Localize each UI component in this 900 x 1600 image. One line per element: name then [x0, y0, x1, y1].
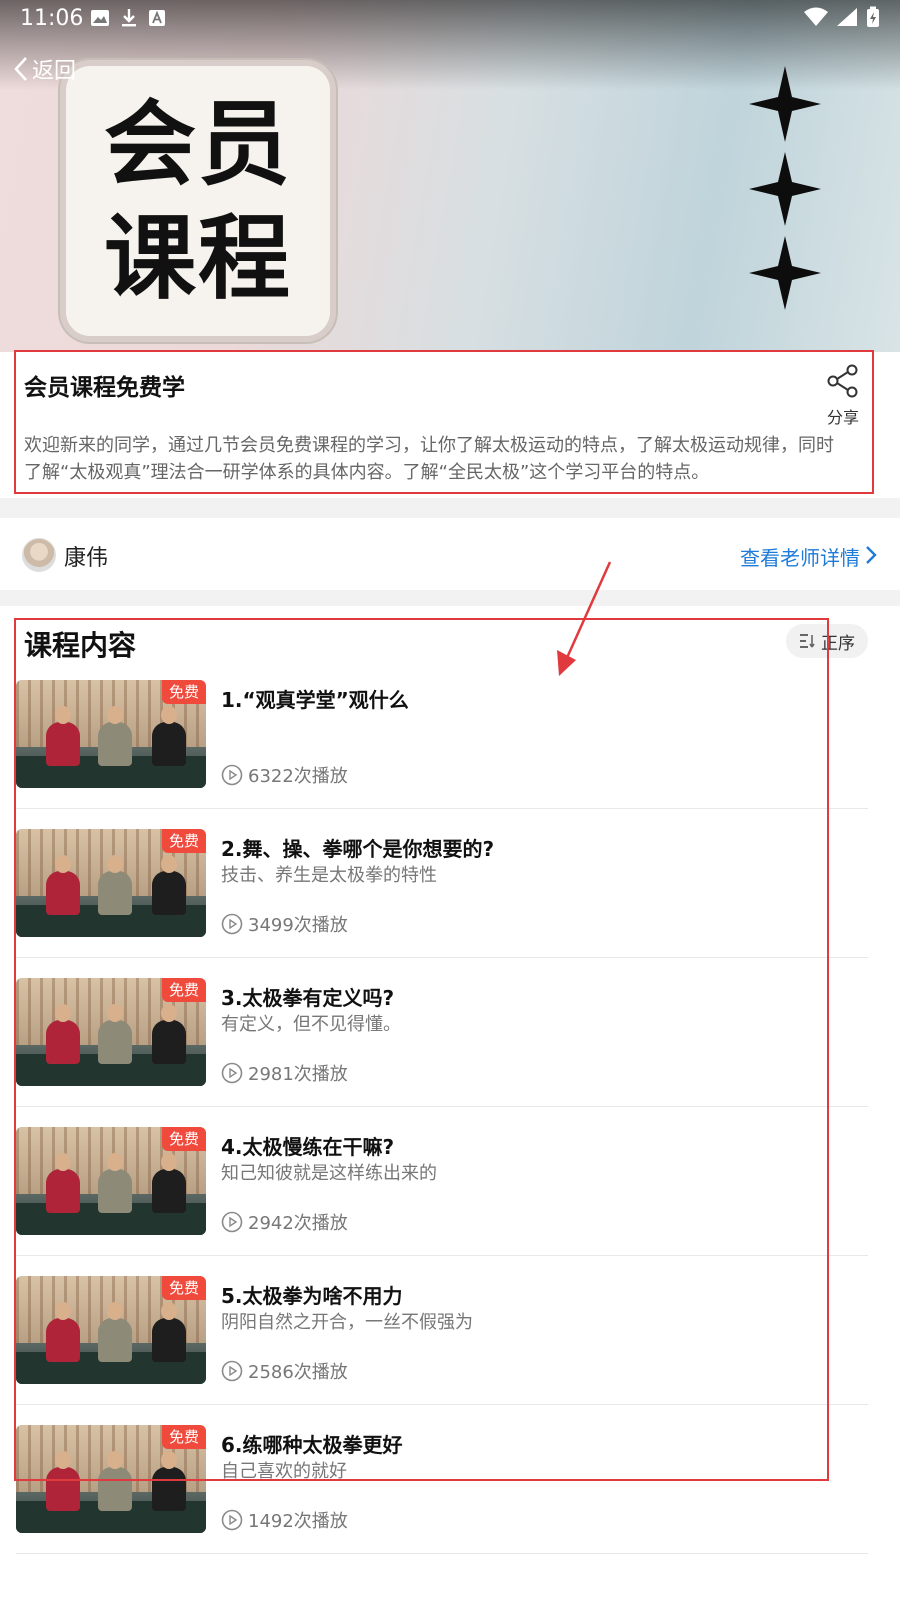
teacher-row: 康伟 查看老师详情 [0, 518, 900, 590]
text-a-icon [149, 10, 165, 26]
teacher-avatar [22, 538, 56, 572]
item-subtitle: 技击、养生是太极拳的特性 [221, 865, 437, 886]
free-badge: 免费 [162, 978, 206, 1002]
share-icon [827, 364, 858, 398]
item-subtitle: 自己喜欢的就好 [221, 1461, 347, 1482]
thumbnail-person [152, 1451, 186, 1511]
back-label: 返回 [32, 59, 77, 84]
course-title: 会员课程免费学 [24, 375, 185, 401]
page: 会员 课程 11:06 返回 会员课程免费学 分享 欢迎新来的同学，通过几节会员… [0, 0, 900, 1600]
item-plays: 1492次播放 [221, 1508, 348, 1532]
item-title: 6.练哪种太极拳更好 [221, 1433, 403, 1457]
battery-charging-icon [867, 6, 879, 27]
course-description: 欢迎新来的同学，通过几节会员免费课程的学习，让你了解太极运动的特点，了解太极运动… [24, 435, 834, 483]
hero-title-line-2: 课程 [103, 204, 292, 312]
play-count: 1492次播放 [248, 1511, 348, 1532]
status-bar: 11:06 [0, 0, 900, 36]
teacher-name: 康伟 [64, 546, 109, 571]
share-button[interactable]: 分享 [818, 364, 868, 427]
signal-icon [837, 8, 857, 26]
list-item[interactable]: 免费 2.舞、操、拳哪个是你想要的? 技击、养生是太极拳的特性 3499次播放 [0, 755, 900, 958]
status-icons-left [90, 8, 166, 28]
item-title: 3.太极拳有定义吗? [221, 986, 395, 1010]
list-item[interactable]: 免费 5.太极拳为啥不用力 阴阳自然之开合，一丝不假强为 2586次播放 [0, 1202, 900, 1405]
divider [16, 1553, 868, 1554]
free-badge: 免费 [162, 1425, 206, 1449]
thumbnail-person [46, 1451, 80, 1511]
sparkle-icon [749, 66, 821, 310]
wifi-icon [804, 7, 828, 26]
list-item[interactable]: 免费 6.练哪种太极拳更好 自己喜欢的就好 1492次播放 [0, 1351, 900, 1554]
hero-title-card: 会员 课程 [66, 66, 330, 336]
item-title: 1.“观真学堂”观什么 [221, 688, 409, 712]
hero-title-line-1: 会员 [103, 90, 292, 198]
item-subtitle: 阴阳自然之开合，一丝不假强为 [221, 1312, 473, 1333]
item-title: 2.舞、操、拳哪个是你想要的? [221, 837, 495, 861]
chevron-left-icon [14, 57, 27, 81]
share-label: 分享 [826, 408, 859, 427]
free-badge: 免费 [162, 1127, 206, 1151]
item-subtitle: 知己知彼就是这样练出来的 [221, 1163, 437, 1184]
free-badge: 免费 [162, 829, 206, 853]
list-item[interactable]: 免费 3.太极拳有定义吗? 有定义，但不见得懂。 2981次播放 [0, 904, 900, 1107]
play-icon [221, 1509, 243, 1531]
item-title: 5.太极拳为啥不用力 [221, 1284, 403, 1308]
download-icon [122, 9, 136, 27]
image-icon [91, 10, 109, 26]
back-button[interactable]: 返回 [12, 52, 76, 86]
course-content: 课程内容 正序 免费 1.“观真学堂”观什么 6322次播放 免费 2.舞、操、… [0, 606, 900, 1600]
thumbnail-person [98, 1451, 132, 1511]
status-time: 11:06 [20, 6, 84, 31]
status-icons-right [804, 6, 880, 28]
chevron-right-icon[interactable] [864, 544, 878, 566]
item-subtitle: 有定义，但不见得懂。 [221, 1014, 401, 1035]
list-item[interactable]: 免费 1.“观真学堂”观什么 6322次播放 [0, 606, 900, 809]
teacher-detail-link[interactable]: 查看老师详情 [740, 542, 860, 571]
free-badge: 免费 [162, 680, 206, 704]
hero-banner: 会员 课程 11:06 返回 [0, 0, 900, 360]
video-thumbnail: 免费 [16, 1425, 206, 1533]
course-info: 会员课程免费学 分享 欢迎新来的同学，通过几节会员免费课程的学习，让你了解太极运… [0, 352, 900, 498]
list-item[interactable]: 免费 4.太极慢练在干嘛? 知己知彼就是这样练出来的 2942次播放 [0, 1053, 900, 1256]
free-badge: 免费 [162, 1276, 206, 1300]
item-title: 4.太极慢练在干嘛? [221, 1135, 395, 1159]
